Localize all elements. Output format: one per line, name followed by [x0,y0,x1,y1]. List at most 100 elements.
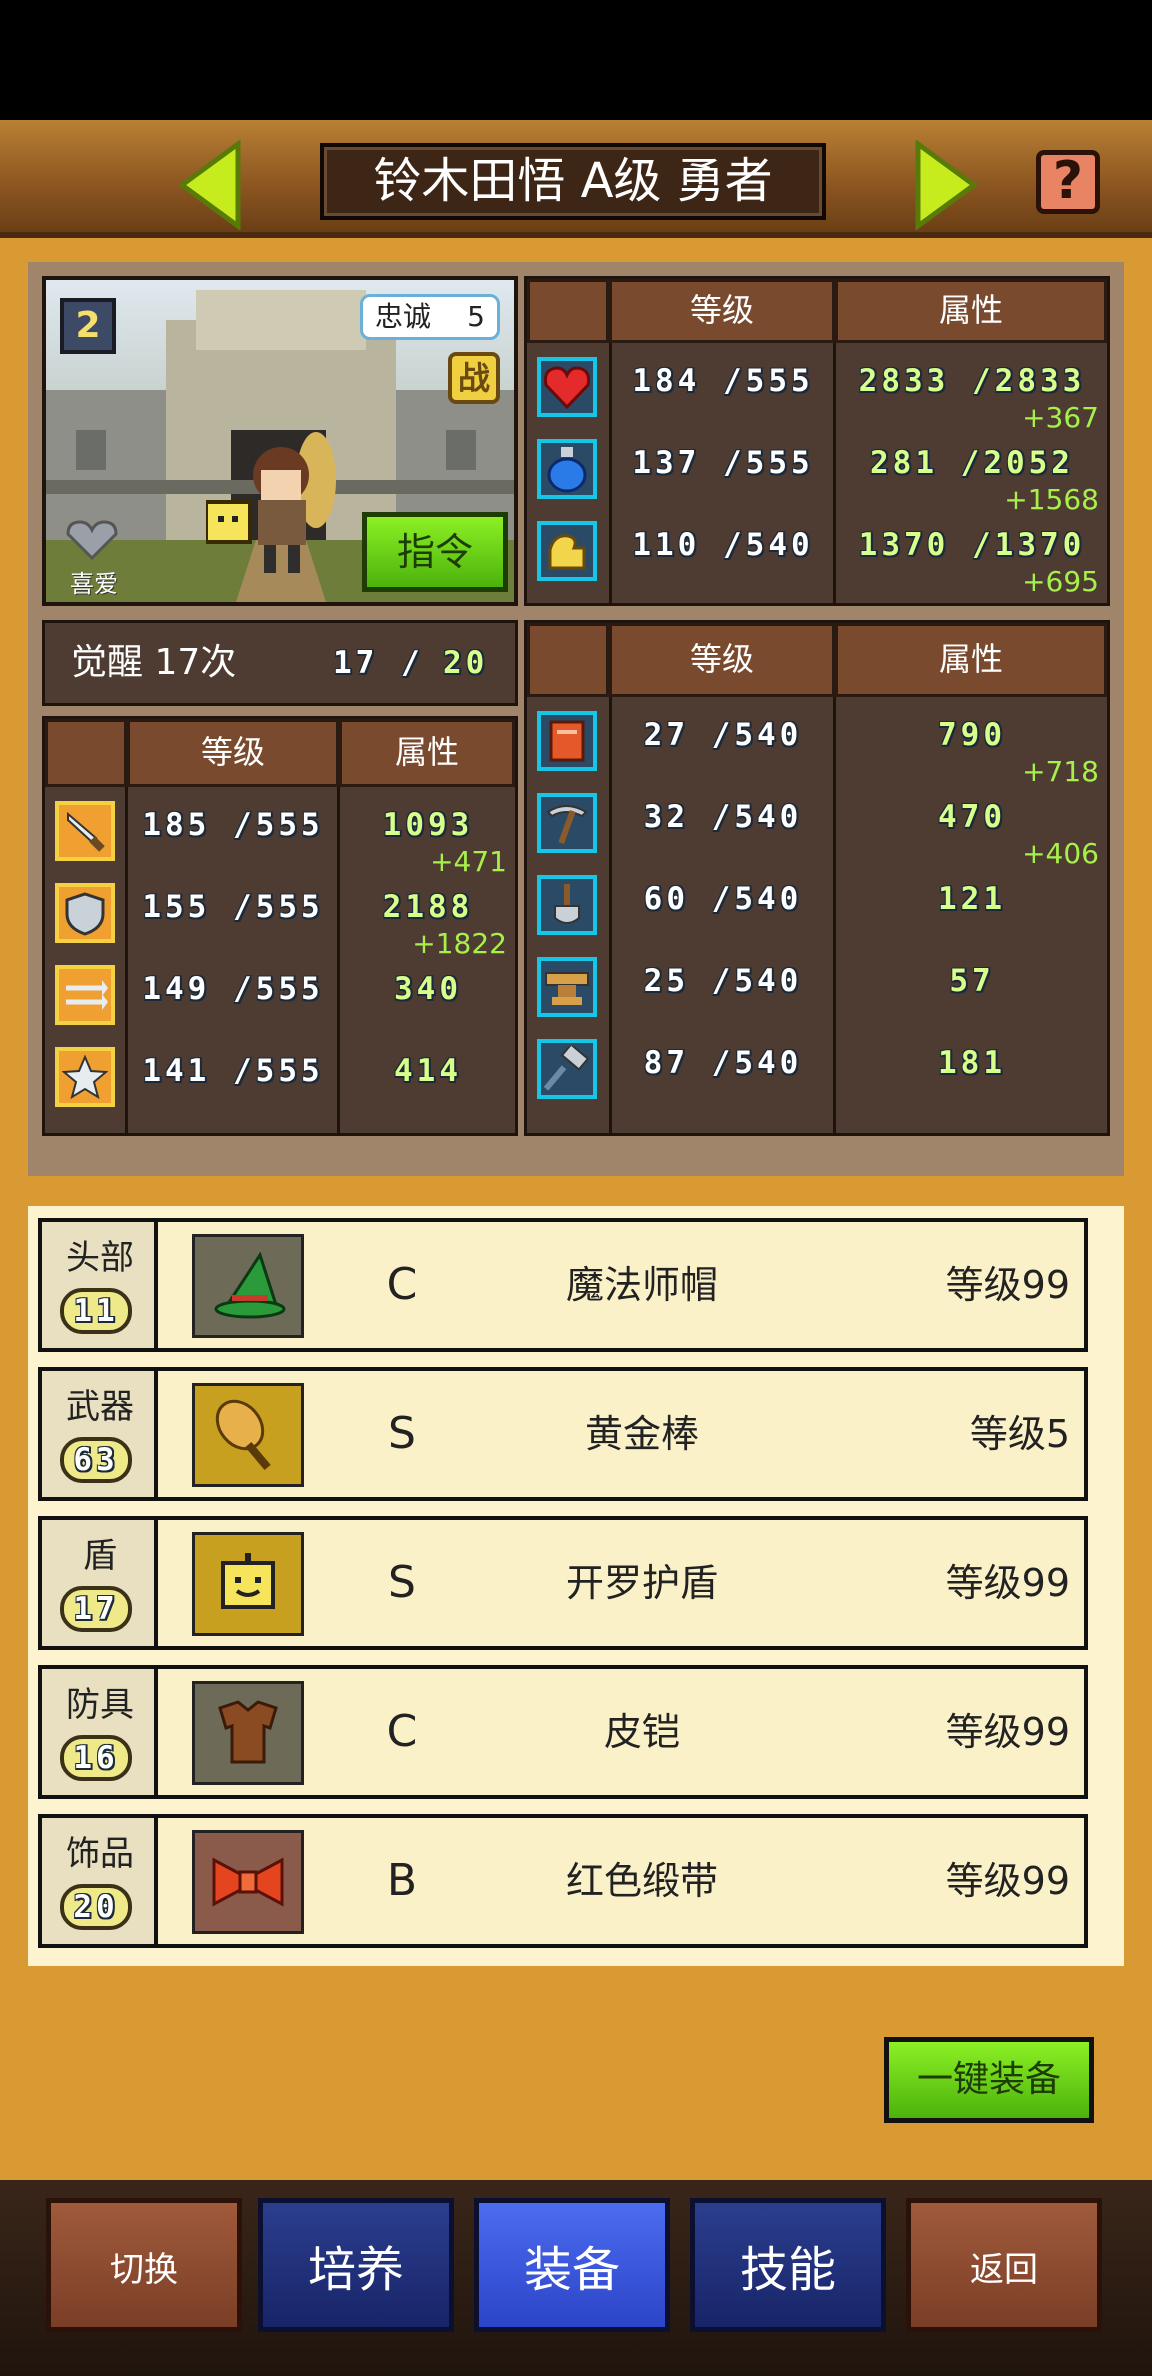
equipment-slot: 盾 17 [42,1520,158,1646]
combat-level-header: 等级 [127,719,339,787]
awaken-label: 觉醒 17次 [71,642,237,683]
combat-row: 185 /555 1093 +471 [45,789,515,878]
hammer-icon [537,1039,597,1099]
prev-arrow-icon[interactable] [176,140,246,230]
heart-favorite-icon[interactable] [64,520,120,560]
combat-attribute-header: 属性 [339,719,515,787]
equipment-slot: 头部 11 [42,1222,158,1348]
equipment-slot-level: 63 [60,1437,132,1483]
golden-club-icon[interactable] [192,1383,304,1487]
equipment-grade: B [386,1855,418,1906]
work-row: 32 /540 470 +406 [527,781,1107,870]
equipment-level: 等级99 [945,1859,1070,1903]
equipment-level: 等级99 [945,1561,1070,1605]
loyalty-value: 5 [467,300,485,333]
work-level-header: 等级 [609,623,835,697]
equipment-row[interactable]: 头部 11 C 魔法师帽 等级99 [38,1218,1088,1352]
vitals-attribute: 2833 /2833 [858,363,1086,399]
vitals-corner [527,279,609,343]
work-attribute: 790 [938,717,1006,753]
combat-level: 155 /555 [142,889,324,925]
equipment-level: 等级99 [945,1263,1070,1307]
work-attribute-header: 属性 [835,623,1107,697]
equipment-slot-name: 武器 [66,1387,134,1427]
stamina-arm-icon [537,521,597,581]
equipment-level: 等级99 [945,1710,1070,1754]
equipment-name: 魔法师帽 [565,1263,718,1307]
vitals-level: 137 /555 [632,445,814,481]
equipment-slot-level: 17 [60,1586,132,1632]
vitals-level: 110 /540 [632,527,814,563]
equipment-row[interactable]: 饰品 20 B 红色缎带 等级99 [38,1814,1088,1948]
equip-button[interactable]: 装备 [474,2198,670,2332]
vitals-attribute: 281 /2052 [870,445,1074,481]
command-button[interactable]: 指令 [362,512,508,592]
skill-button[interactable]: 技能 [690,2198,886,2332]
book-icon [537,711,597,771]
pickaxe-icon [537,793,597,853]
work-corner [527,623,609,697]
work-row: 25 /540 57 [527,945,1107,1027]
work-attribute: 57 [949,963,995,999]
shield-icon [55,883,115,943]
vitals-level: 184 /555 [632,363,814,399]
back-button[interactable]: 返回 [906,2198,1102,2332]
work-attribute: 181 [938,1045,1006,1081]
arrows-icon [55,965,115,1025]
work-row: 60 /540 121 [527,863,1107,945]
vitals-row: 184 /555 2833 /2833 +367 [527,345,1107,434]
character-portrait[interactable]: 2 忠诚 5 战 喜爱 指令 [42,276,518,606]
combat-attribute: 414 [394,1053,462,1089]
equipment-row[interactable]: 防具 16 C 皮铠 等级99 [38,1665,1088,1799]
one-key-equip-button[interactable]: 一键装备 [884,2037,1094,2123]
equipment-slot: 饰品 20 [42,1818,158,1944]
work-row: 87 /540 181 [527,1027,1107,1109]
equipment-name: 开罗护盾 [565,1561,718,1605]
equipment-name: 皮铠 [603,1710,680,1754]
awaken-max: 20 [443,645,489,681]
work-level: 87 /540 [643,1045,803,1081]
combat-level: 149 /555 [142,971,324,1007]
combat-corner [45,719,127,787]
equipment-slot-name: 盾 [83,1536,117,1576]
equipment-row[interactable]: 武器 63 S 黄金棒 等级5 [38,1367,1088,1501]
combat-attribute: 2188 [382,889,474,925]
equipment-grade: S [388,1408,416,1459]
leather-armor-icon[interactable] [192,1681,304,1785]
work-level: 60 /540 [643,881,803,917]
equipment-slot-name: 头部 [66,1238,134,1278]
vitals-attribute: 1370 /1370 [858,527,1086,563]
work-attribute: 470 [938,799,1006,835]
combat-stats-table: 等级 属性 185 /555 1093 +471 155 /555 2188 +1822 1… [42,716,518,1136]
red-ribbon-icon[interactable] [192,1830,304,1934]
vitals-attribute-header: 属性 [835,279,1107,343]
help-button[interactable]: ? [1036,150,1100,214]
work-row: 27 /540 790 +718 [527,699,1107,788]
cairo-shield-icon[interactable] [192,1532,304,1636]
combat-attribute: 340 [394,971,462,1007]
combat-row: 149 /555 340 [45,953,515,1035]
mana-potion-icon [537,439,597,499]
vitals-table: 等级 属性 184 /555 2833 /2833 +367 137 /555 281 … [524,276,1110,606]
equipment-slot: 防具 16 [42,1669,158,1795]
combat-attribute: 1093 [382,807,474,843]
combat-level: 141 /555 [142,1053,324,1089]
equipment-grade: S [388,1557,416,1608]
equipment-name: 红色缎带 [565,1859,718,1903]
anvil-icon [537,957,597,1017]
equipment-slot: 武器 63 [42,1371,158,1497]
wizard-hat-icon[interactable] [192,1234,304,1338]
equipment-slot-name: 饰品 [66,1834,134,1874]
vitals-bonus: +695 [1022,565,1099,598]
character-title: 铃木田悟 A级 勇者 [320,143,826,220]
work-level: 27 /540 [643,717,803,753]
equipment-slot-level: 11 [60,1288,132,1334]
switch-button[interactable]: 切换 [46,2198,242,2332]
bottom-nav: 切换 培养 装备 技能 返回 [0,2180,1152,2376]
equipment-name: 黄金棒 [584,1412,699,1456]
equipment-row[interactable]: 盾 17 S 开罗护盾 等级99 [38,1516,1088,1650]
train-button[interactable]: 培养 [258,2198,454,2332]
equipment-slot-level: 16 [60,1735,132,1781]
battle-button[interactable]: 战 [448,352,500,404]
next-arrow-icon[interactable] [910,140,980,230]
